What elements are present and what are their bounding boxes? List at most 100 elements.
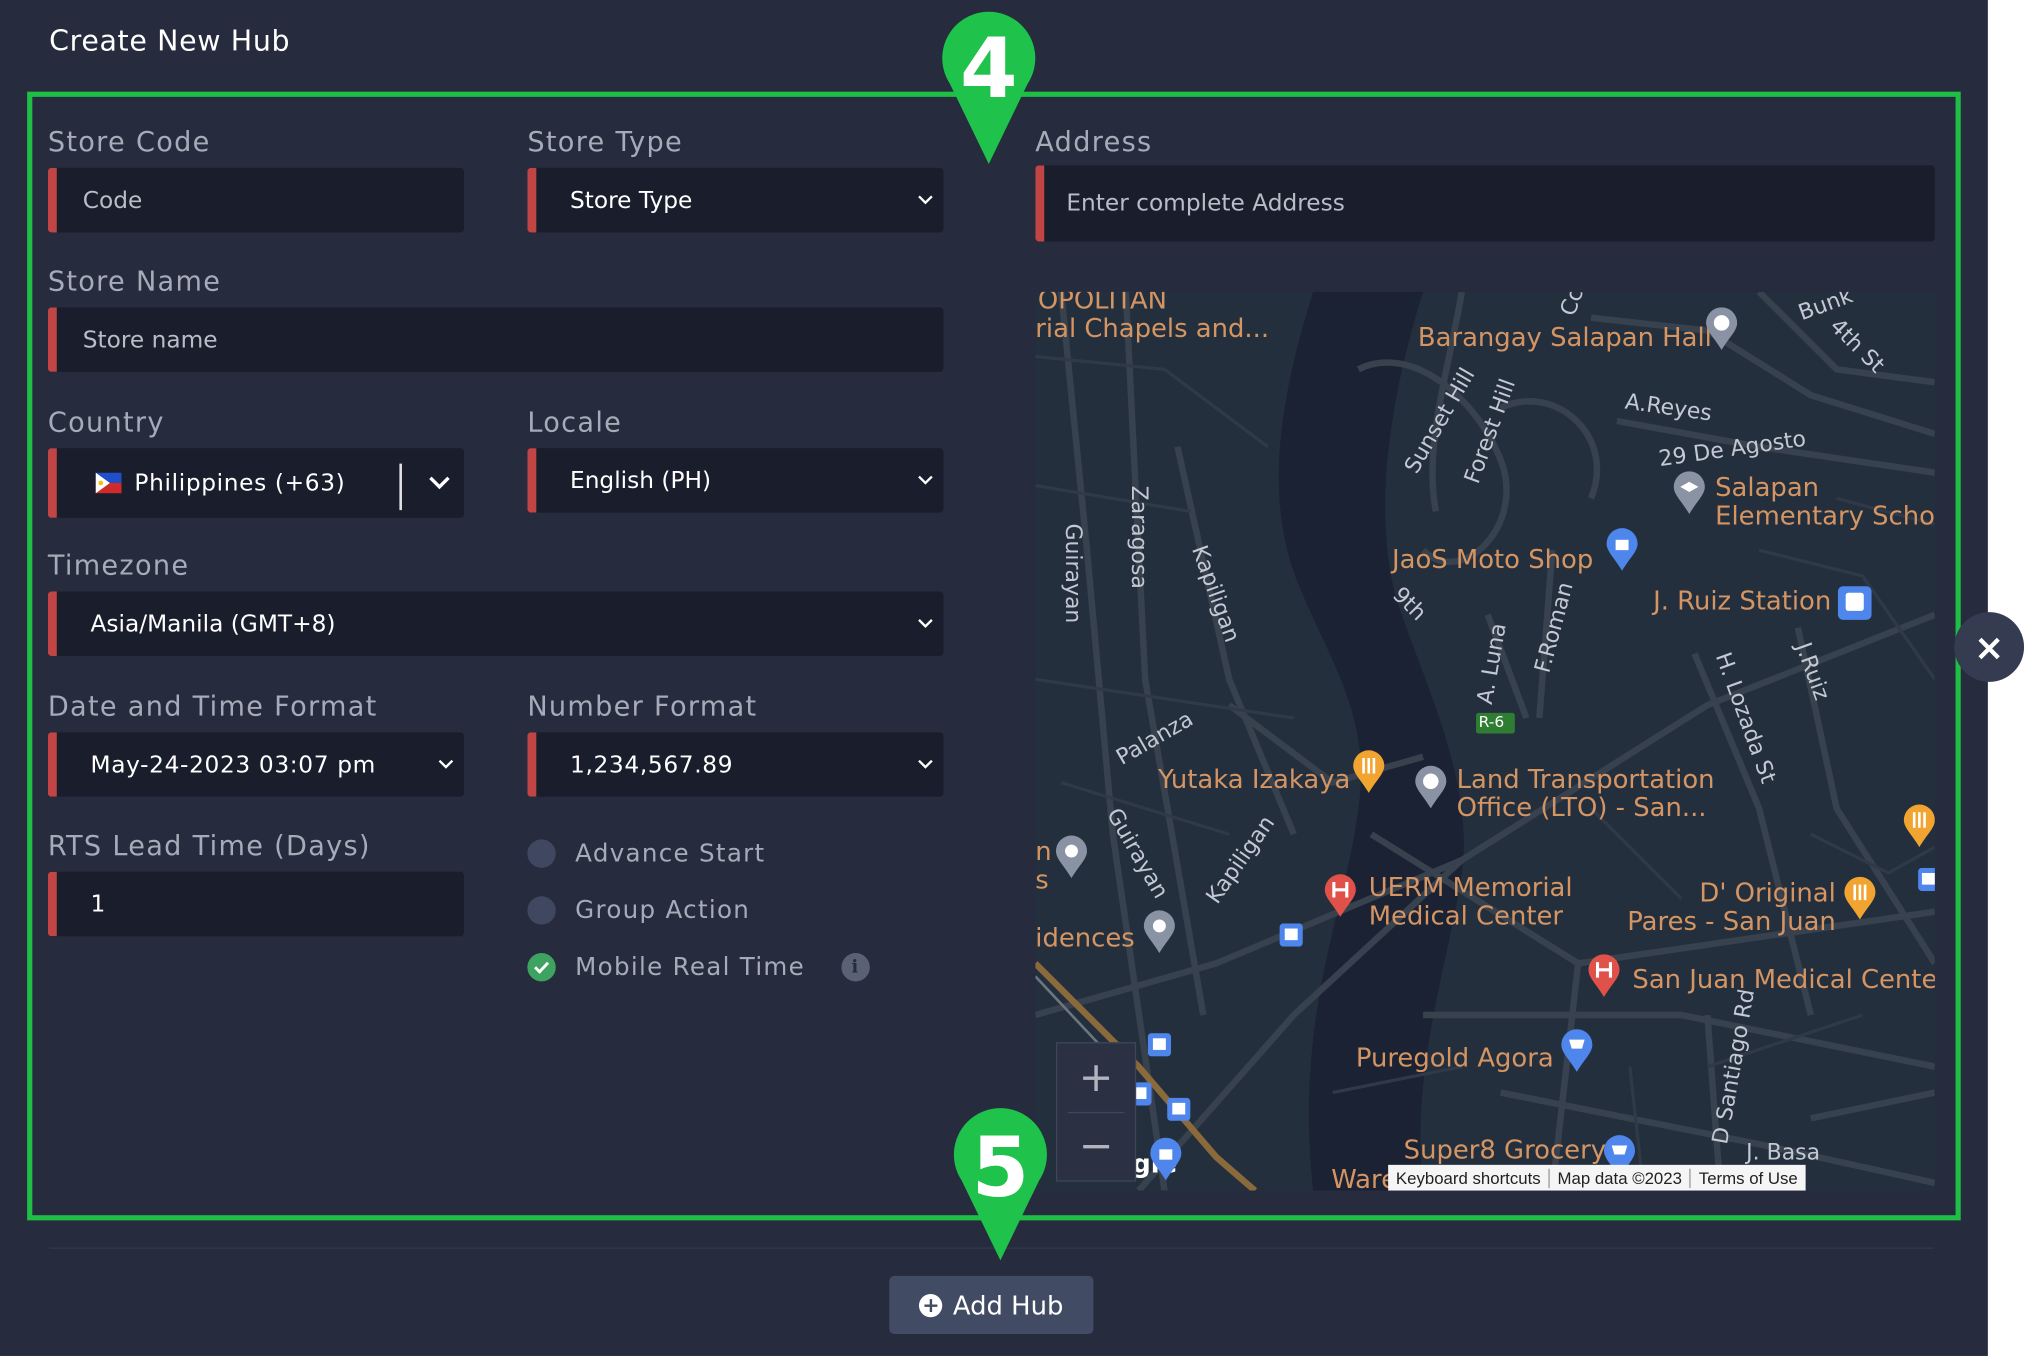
hospital-pin-icon xyxy=(1588,954,1620,997)
country-select[interactable]: Philippines (+63) xyxy=(47,448,465,518)
restaurant-pin-icon xyxy=(1353,750,1385,793)
advance-start-option[interactable]: Advance Start xyxy=(527,839,766,868)
poi-d-original: D' Original Pares - San Juan xyxy=(1627,876,1836,937)
store-type-label: Store Type xyxy=(527,126,683,158)
rts-lead-time-input[interactable]: 1 xyxy=(47,871,465,937)
keyboard-shortcuts-link[interactable]: Keyboard shortcuts xyxy=(1388,1168,1550,1188)
date-time-format-label: Date and Time Format xyxy=(47,690,378,722)
step-5-marker: 5 xyxy=(953,1108,1047,1261)
locale-value: English (PH) xyxy=(569,466,712,494)
government-pin-icon xyxy=(1706,307,1738,350)
store-code-placeholder: Code xyxy=(82,186,143,214)
bus-stop-icon xyxy=(1918,867,1935,892)
poi-lto: Land Transportation Office (LTO) - San..… xyxy=(1456,763,1715,823)
bus-stop-icon xyxy=(1167,1097,1191,1121)
store-name-label: Store Name xyxy=(47,266,222,298)
poi-idences: idences xyxy=(1035,922,1135,954)
step-4-number: 4 xyxy=(960,21,1018,117)
info-icon[interactable]: i xyxy=(841,953,870,982)
checkmark-icon xyxy=(534,961,550,974)
store-code-label: Store Code xyxy=(47,126,211,158)
location-pin-icon xyxy=(1055,835,1087,879)
country-separator xyxy=(399,463,402,511)
poi-yutaka: Yutaka Izakaya xyxy=(1158,763,1351,795)
restaurant-pin-icon xyxy=(1844,876,1876,920)
transit-station-icon xyxy=(1837,586,1872,620)
chevron-down-icon xyxy=(915,753,936,774)
group-action-option[interactable]: Group Action xyxy=(527,896,750,925)
store-name-placeholder: Store name xyxy=(82,326,218,354)
chevron-down-icon xyxy=(915,469,936,490)
map-data-credit: Map data ©2023 xyxy=(1550,1168,1692,1188)
number-format-select[interactable]: 1,234,567.89 xyxy=(527,732,944,797)
street-r6-badge: R-6 xyxy=(1478,712,1505,731)
locale-label: Locale xyxy=(527,406,623,438)
number-format-value: 1,234,567.89 xyxy=(569,750,734,779)
government-pin-icon xyxy=(1415,765,1447,809)
hospital-pin-icon xyxy=(1324,874,1356,917)
timezone-select[interactable]: Asia/Manila (GMT+8) xyxy=(47,591,944,657)
poi-metropolitan: OPOLITAN xyxy=(1037,291,1168,316)
poi-sanjuan-medical: San Juan Medical Cente xyxy=(1632,963,1935,995)
store-type-value: Store Type xyxy=(569,186,693,214)
mobile-real-time-option[interactable]: Mobile Real Time i xyxy=(527,953,870,982)
advance-start-label: Advance Start xyxy=(575,839,766,868)
locale-select[interactable]: English (PH) xyxy=(527,448,944,513)
poi-ware: Ware xyxy=(1331,1163,1397,1191)
rts-lead-time-value: 1 xyxy=(90,890,106,918)
timezone-value: Asia/Manila (GMT+8) xyxy=(90,610,336,638)
restaurant-pin-icon xyxy=(1903,804,1935,848)
chevron-down-icon xyxy=(436,753,457,774)
date-time-format-select[interactable]: May-24-2023 03:07 pm xyxy=(47,732,465,797)
poi-uerm: UERM Memorial Medical Center xyxy=(1368,871,1573,932)
rts-lead-time-label: RTS Lead Time (Days) xyxy=(47,830,371,862)
philippines-flag-icon xyxy=(95,472,122,494)
street-zaragosa: Zaragosa xyxy=(1125,485,1152,589)
bus-stop-icon xyxy=(1279,923,1303,947)
location-map[interactable]: OPOLITAN rial Chapels and... Barangay Sa… xyxy=(1035,291,1935,1191)
shop-pin-icon xyxy=(1150,1137,1182,1181)
timezone-label: Timezone xyxy=(47,550,190,582)
poi-jruiz-station: J. Ruiz Station xyxy=(1653,585,1832,616)
advance-start-radio[interactable] xyxy=(527,839,556,868)
terms-of-use-link[interactable]: Terms of Use xyxy=(1691,1168,1805,1187)
poi-barangay-hall: Barangay Salapan Hall xyxy=(1417,321,1712,353)
store-type-select[interactable]: Store Type xyxy=(527,167,944,233)
date-time-format-value: May-24-2023 03:07 pm xyxy=(90,750,376,779)
zoom-out-button[interactable]: − xyxy=(1057,1112,1135,1180)
add-hub-label: Add Hub xyxy=(952,1289,1064,1321)
bus-stop-icon xyxy=(1147,1033,1172,1057)
poi-ns: n s xyxy=(1035,835,1052,895)
country-label: Country xyxy=(47,406,165,438)
country-value: Philippines (+63) xyxy=(134,469,346,497)
map-attribution: Keyboard shortcuts Map data ©2023 Terms … xyxy=(1388,1164,1806,1191)
poi-salapan-school: Salapan Elementary Schoo xyxy=(1715,471,1935,531)
zoom-divider xyxy=(1067,1111,1125,1114)
address-input[interactable]: Enter complete Address xyxy=(1035,165,1935,242)
mobile-real-time-checkbox[interactable] xyxy=(527,953,556,982)
zoom-in-button[interactable]: + xyxy=(1057,1043,1135,1111)
poi-chapels: rial Chapels and... xyxy=(1035,312,1270,344)
close-button[interactable]: × xyxy=(1954,612,2024,682)
group-action-radio[interactable] xyxy=(527,896,556,925)
location-pin-icon xyxy=(1143,910,1175,954)
street-j-basa: J. Basa xyxy=(1746,1140,1821,1167)
shop-pin-icon xyxy=(1606,528,1638,571)
chevron-down-icon xyxy=(915,189,936,210)
street-guirayan: Guirayan xyxy=(1059,523,1086,624)
map-zoom-control: + − xyxy=(1055,1042,1137,1182)
store-name-input[interactable]: Store name xyxy=(47,307,944,372)
chevron-down-icon xyxy=(427,469,453,495)
mobile-real-time-label: Mobile Real Time xyxy=(575,953,806,982)
chevron-down-icon xyxy=(915,612,936,633)
school-pin-icon xyxy=(1673,471,1705,514)
number-format-label: Number Format xyxy=(527,690,758,722)
modal-title: Create New Hub xyxy=(49,25,291,59)
address-placeholder: Enter complete Address xyxy=(1066,189,1345,217)
step-5-number: 5 xyxy=(972,1120,1030,1216)
store-code-input[interactable]: Code xyxy=(47,167,465,233)
plus-circle-icon: + xyxy=(919,1293,943,1317)
poi-puregold: Puregold Agora xyxy=(1355,1042,1554,1074)
address-label: Address xyxy=(1035,126,1153,158)
add-hub-button[interactable]: + Add Hub xyxy=(889,1275,1094,1335)
